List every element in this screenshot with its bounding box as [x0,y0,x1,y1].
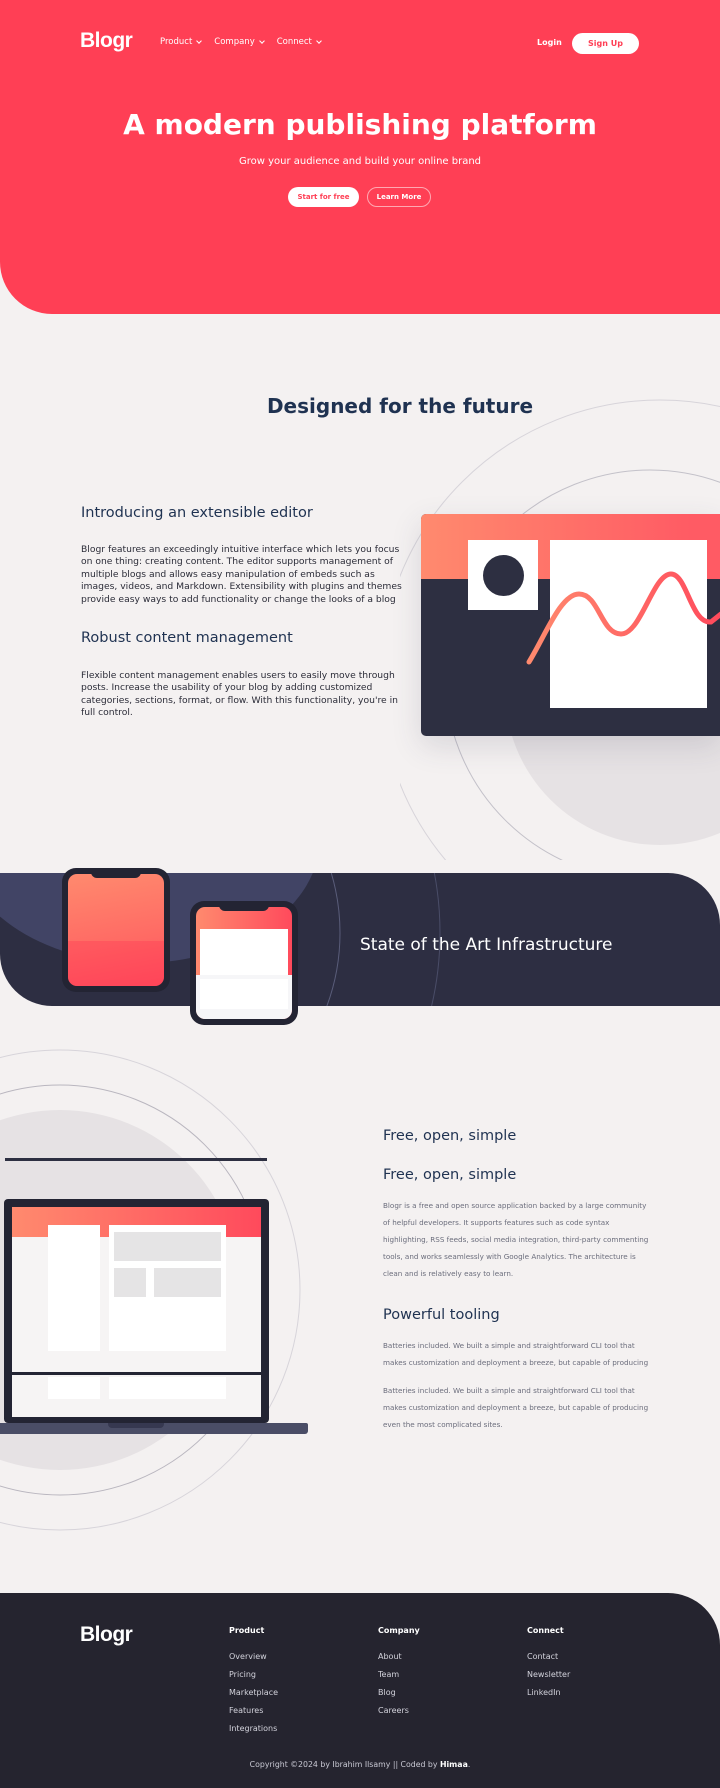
signup-button[interactable]: Sign Up [572,33,639,54]
tool-body: Batteries included. We built a simple an… [383,1386,649,1429]
footer-link[interactable]: Integrations [229,1724,278,1742]
nav-label: Company [214,37,255,47]
footer-link[interactable]: LinkedIn [527,1688,570,1706]
nav-company[interactable]: Company [214,37,265,47]
tool-heading: Free, open, simple [383,1167,517,1183]
copyright-text: Copyright ©2024 by Ibrahim Ilsamy || Cod… [249,1760,440,1769]
hero-title: A modern publishing platform [123,108,597,141]
nav-connect[interactable]: Connect [276,37,322,47]
laptop-main-card [109,1225,226,1351]
laptop-block [114,1232,221,1261]
laptop-divider [12,1372,261,1375]
phone-notch [219,903,269,911]
laptop-illustration [0,1040,330,1540]
footer-column-connect: Connect Contact Newsletter LinkedIn [527,1626,570,1706]
feature-heading: Introducing an extensible editor [81,505,313,521]
footer-column-heading: Connect [527,1626,564,1635]
footer-column-company: Company About Team Blog Careers [378,1626,420,1724]
footer-link[interactable]: Newsletter [527,1670,570,1688]
nav-product[interactable]: Product [160,37,203,47]
footer-logo[interactable]: Blogr [80,1623,133,1647]
footer-link[interactable]: Pricing [229,1670,278,1688]
learn-more-button[interactable]: Learn More [367,187,431,207]
feature-heading: Robust content management [81,630,293,646]
laptop-sidebar-card [48,1377,100,1399]
nav-label: Connect [276,37,312,47]
footer-link[interactable]: Blog [378,1688,420,1706]
tool-body: Blogr is a free and open source applicat… [383,1201,649,1278]
footer-link[interactable]: About [378,1652,420,1670]
phone-card [200,929,288,975]
logo[interactable]: Blogr [80,29,133,53]
footer-column-heading: Company [378,1626,420,1635]
phone-screen-shade [68,941,164,986]
footer-link[interactable]: Overview [229,1652,278,1670]
footer-link[interactable]: Marketplace [229,1688,278,1706]
copyright: Copyright ©2024 by Ibrahim Ilsamy || Cod… [0,1760,720,1769]
feature-body: Blogr features an exceedingly intuitive … [81,544,402,605]
phone-screen [196,907,292,1019]
footer-link[interactable]: Team [378,1670,420,1688]
login-link[interactable]: Login [537,38,562,47]
footer-link[interactable]: Features [229,1706,278,1724]
laptop-screen-frame [4,1199,269,1423]
feature-body: Flexible content management enables user… [81,670,398,719]
infrastructure-title: State of the Art Infrastructure [360,935,613,950]
chevron-down-icon [316,38,322,44]
nav-label: Product [160,37,193,47]
laptop-notch [108,1423,164,1428]
hero-section: Blogr Product Company Connect Login Sign… [0,0,720,314]
laptop-block [114,1268,146,1297]
tool-body: Batteries included. We built a simple an… [383,1341,649,1367]
copyright-suffix: . [467,1760,471,1769]
wave-line-icon [526,571,720,665]
phone-card [200,979,288,1009]
editor-illustration [421,514,720,736]
footer-column-heading: Product [229,1626,265,1635]
hero-subtitle: Grow your audience and build your online… [238,156,482,167]
copyright-author[interactable]: Himaa [440,1760,468,1769]
laptop-block [154,1268,221,1297]
footer-column-product: Product Overview Pricing Marketplace Fea… [229,1626,278,1742]
chevron-down-icon [196,38,203,44]
laptop-sidebar-card [48,1225,100,1351]
phone-illustration [62,868,170,992]
tool-heading: Free, open, simple [383,1128,517,1144]
footer-link[interactable]: Contact [527,1652,570,1670]
laptop-screen [12,1207,261,1417]
chevron-down-icon [258,38,265,44]
main-nav: Product Company Connect [160,37,322,47]
start-for-free-button[interactable]: Start for free [288,187,359,207]
phone-notch [91,870,141,878]
laptop-main-card [109,1377,226,1399]
phone-illustration [190,901,298,1025]
footer-link[interactable]: Careers [378,1706,420,1724]
tool-heading: Powerful tooling [383,1307,500,1323]
phone-screen [68,874,164,986]
footer: Blogr Product Overview Pricing Marketpla… [0,1593,720,1788]
